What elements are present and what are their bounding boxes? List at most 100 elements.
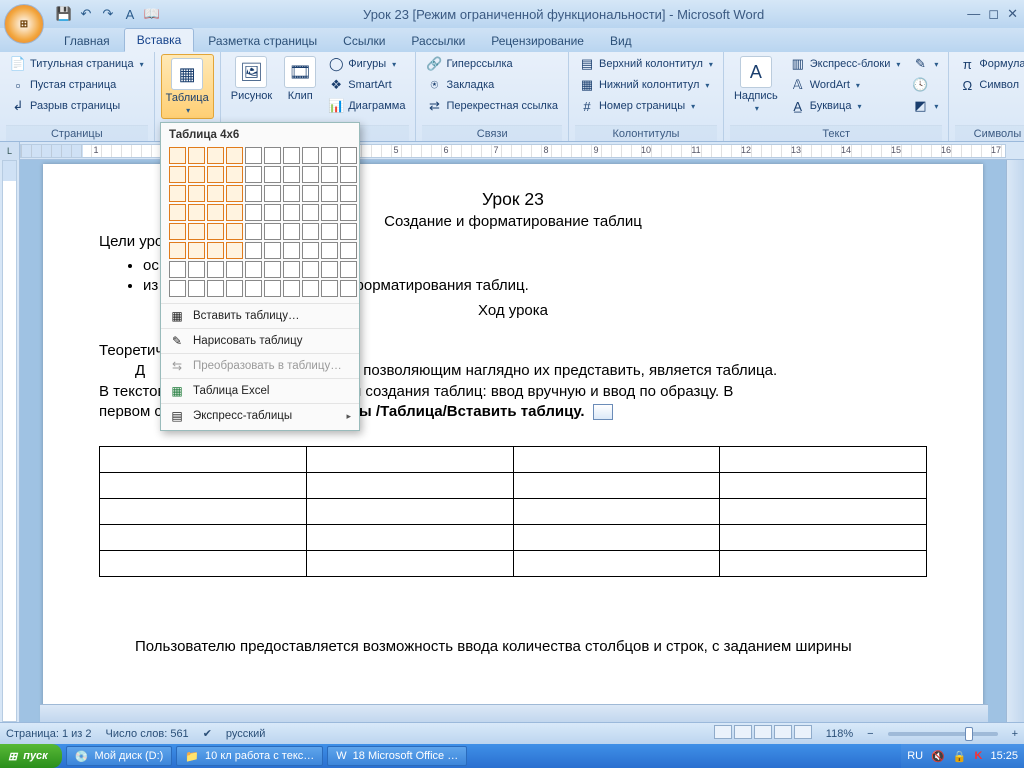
grid-cell[interactable] (302, 185, 319, 202)
grid-cell[interactable] (340, 147, 357, 164)
redo-icon[interactable]: ↷ (100, 6, 116, 22)
grid-cell[interactable] (207, 223, 224, 240)
grid-cell[interactable] (169, 261, 186, 278)
grid-cell[interactable] (207, 280, 224, 297)
grid-cell[interactable] (283, 261, 300, 278)
document-table[interactable] (99, 446, 927, 577)
clipart-button[interactable]: 🎞Клип (280, 54, 320, 104)
grid-cell[interactable] (340, 185, 357, 202)
tab-selector[interactable]: L (0, 142, 20, 160)
status-wordcount[interactable]: Число слов: 561 (106, 728, 189, 740)
grid-cell[interactable] (169, 147, 186, 164)
grid-cell[interactable] (245, 223, 262, 240)
close-button[interactable]: ✕ (1007, 6, 1018, 22)
menu-draw-table[interactable]: ✎Нарисовать таблицу (161, 328, 359, 353)
grid-cell[interactable] (245, 204, 262, 221)
menu-insert-table[interactable]: ▦Вставить таблицу… (161, 303, 359, 328)
grid-cell[interactable] (264, 261, 281, 278)
grid-cell[interactable] (207, 242, 224, 259)
view-buttons[interactable] (712, 725, 812, 742)
grid-cell[interactable] (207, 166, 224, 183)
grid-cell[interactable] (340, 204, 357, 221)
grid-cell[interactable] (226, 261, 243, 278)
grid-cell[interactable] (264, 185, 281, 202)
grid-cell[interactable] (226, 204, 243, 221)
picture-button[interactable]: 🖼Рисунок (227, 54, 277, 104)
grid-cell[interactable] (207, 261, 224, 278)
grid-cell[interactable] (302, 242, 319, 259)
table-grid[interactable] (161, 145, 359, 303)
quickparts-button[interactable]: ▥Экспресс-блоки▾ (786, 54, 905, 74)
taskbar-item[interactable]: W18 Microsoft Office … (327, 746, 467, 766)
grid-cell[interactable] (283, 242, 300, 259)
font-icon[interactable]: A (122, 6, 138, 22)
grid-cell[interactable] (302, 280, 319, 297)
zoom-slider[interactable] (888, 732, 998, 736)
grid-cell[interactable] (188, 166, 205, 183)
grid-cell[interactable] (321, 242, 338, 259)
grid-cell[interactable] (188, 223, 205, 240)
save-icon[interactable]: 💾 (56, 6, 72, 22)
page-break-button[interactable]: ↲Разрыв страницы (6, 96, 148, 116)
grid-cell[interactable] (207, 204, 224, 221)
grid-cell[interactable] (340, 242, 357, 259)
tab-review[interactable]: Рецензирование (479, 30, 596, 52)
grid-cell[interactable] (226, 185, 243, 202)
undo-icon[interactable]: ↶ (78, 6, 94, 22)
header-button[interactable]: ▤Верхний колонтитул▾ (575, 54, 717, 74)
equation-button[interactable]: πФормула▾ (955, 54, 1024, 74)
taskbar-item[interactable]: 💿Мой диск (D:) (66, 746, 173, 766)
clock[interactable]: 15:25 (990, 750, 1018, 762)
bookmark-button[interactable]: ⍟Закладка (422, 75, 562, 95)
zoom-level[interactable]: 118% (826, 728, 853, 740)
grid-cell[interactable] (283, 166, 300, 183)
menu-express-tables[interactable]: ▤Экспресс-таблицы▸ (161, 403, 359, 428)
grid-cell[interactable] (226, 166, 243, 183)
symbol-button[interactable]: ΩСимвол▾ (955, 75, 1024, 95)
grid-cell[interactable] (245, 242, 262, 259)
reading-icon[interactable]: 📖 (144, 6, 160, 22)
shapes-button[interactable]: ◯Фигуры▾ (324, 54, 409, 74)
grid-cell[interactable] (302, 204, 319, 221)
grid-cell[interactable] (340, 261, 357, 278)
grid-cell[interactable] (188, 261, 205, 278)
grid-cell[interactable] (169, 204, 186, 221)
menu-excel-table[interactable]: ▦Таблица Excel (161, 378, 359, 403)
tab-view[interactable]: Вид (598, 30, 644, 52)
tab-home[interactable]: Главная (52, 30, 122, 52)
grid-cell[interactable] (321, 280, 338, 297)
grid-cell[interactable] (188, 242, 205, 259)
grid-cell[interactable] (188, 204, 205, 221)
grid-cell[interactable] (226, 242, 243, 259)
vertical-ruler[interactable] (0, 160, 20, 722)
grid-cell[interactable] (169, 166, 186, 183)
status-spellcheck-icon[interactable]: ✔ (203, 727, 212, 740)
grid-cell[interactable] (169, 242, 186, 259)
grid-cell[interactable] (207, 185, 224, 202)
grid-cell[interactable] (264, 204, 281, 221)
grid-cell[interactable] (340, 166, 357, 183)
grid-cell[interactable] (188, 185, 205, 202)
status-language[interactable]: русский (226, 728, 265, 740)
start-button[interactable]: ⊞пуск (0, 744, 62, 768)
grid-cell[interactable] (245, 280, 262, 297)
grid-cell[interactable] (283, 185, 300, 202)
grid-cell[interactable] (169, 185, 186, 202)
grid-cell[interactable] (283, 280, 300, 297)
chart-button[interactable]: 📊Диаграмма (324, 96, 409, 116)
grid-cell[interactable] (264, 280, 281, 297)
tray-icon[interactable]: 🔇 (931, 750, 945, 763)
vertical-scrollbar[interactable] (1006, 160, 1024, 722)
footer-button[interactable]: ▦Нижний колонтитул▾ (575, 75, 717, 95)
grid-cell[interactable] (302, 223, 319, 240)
grid-cell[interactable] (264, 223, 281, 240)
zoom-out-button[interactable]: − (867, 728, 873, 740)
grid-cell[interactable] (226, 147, 243, 164)
grid-cell[interactable] (321, 204, 338, 221)
grid-cell[interactable] (226, 280, 243, 297)
crossref-button[interactable]: ⇄Перекрестная ссылка (422, 96, 562, 116)
tab-insert[interactable]: Вставка (124, 28, 195, 52)
grid-cell[interactable] (321, 261, 338, 278)
minimize-button[interactable]: — (967, 6, 980, 22)
language-indicator[interactable]: RU (907, 750, 923, 762)
